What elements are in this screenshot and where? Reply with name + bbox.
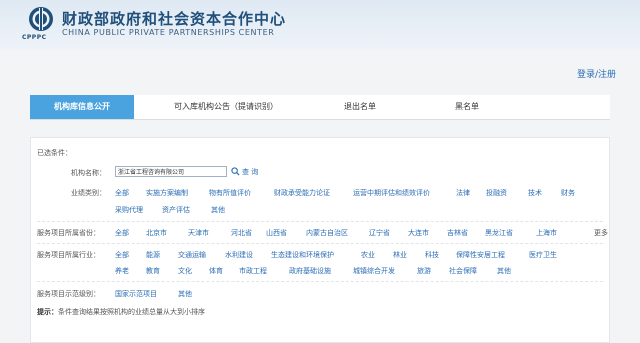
logo-text: CPPPC [22,34,47,41]
business-option[interactable]: 其他 [211,205,225,215]
org-name-input[interactable] [115,166,227,177]
province-option[interactable]: 辽宁省 [369,228,390,238]
province-option[interactable]: 山西省 [266,228,287,238]
industry-label: 服务项目所属行业： [37,251,100,259]
more-provinces-link[interactable]: 更多 [594,228,608,238]
province-option[interactable]: 内蒙古自治区 [306,228,348,238]
business-option[interactable]: 法律 [456,188,470,198]
org-name-label: 机构名称： [71,169,106,177]
search-button[interactable]: 查 询 [242,167,258,177]
business-option-all[interactable]: 全部 [115,188,129,198]
industry-option[interactable]: 生态建设和环境保护 [271,250,334,260]
province-option-all[interactable]: 全部 [115,228,129,238]
province-option[interactable]: 大连市 [408,228,429,238]
tab-exit-list[interactable]: 退出名单 [320,95,400,119]
business-option[interactable]: 运营中期评估和绩效评价 [353,188,430,198]
tip-prefix: 提示： [37,308,58,316]
business-option[interactable]: 财务 [561,188,575,198]
sort-tip: 提示：条件查询结果按照机构的业绩总量从大到小排序 [37,307,205,317]
business-option[interactable]: 财政承受能力论证 [274,188,330,198]
province-option[interactable]: 河北省 [231,228,252,238]
province-label: 服务项目所属省份： [37,229,100,237]
divider [37,243,603,244]
industry-option[interactable]: 体育 [209,266,223,276]
industry-option[interactable]: 农业 [361,250,375,260]
industry-option[interactable]: 水利建设 [225,250,253,260]
industry-option[interactable]: 教育 [146,266,160,276]
filter-panel: 已选条件： 机构名称： 查 询 业绩类别： 全部 实施方案编制 物有所值评价 财… [30,137,610,343]
demo-level-label: 服务项目示范级别： [37,290,100,298]
demo-level-option[interactable]: 其他 [178,289,192,299]
industry-option[interactable]: 保障性安居工程 [456,250,505,260]
site-title[interactable]: 财政部政府和社会资本合作中心 [62,8,286,29]
business-option[interactable]: 物有所值评价 [209,188,251,198]
industry-option-all[interactable]: 全部 [115,250,129,260]
business-category-label: 业绩类别： [71,189,106,197]
industry-option[interactable]: 其他 [497,266,511,276]
tab-bar: 机构库信息公开 可入库机构公告（提请识别） 退出名单 黑名单 [30,95,610,120]
business-option[interactable]: 资产评估 [162,205,190,215]
business-option[interactable]: 技术 [528,188,542,198]
industry-option[interactable]: 城镇综合开发 [353,266,395,276]
tip-text: 条件查询结果按照机构的业绩总量从大到小排序 [58,308,205,316]
industry-option[interactable]: 旅游 [417,266,431,276]
business-option[interactable]: 采购代理 [115,205,143,215]
tab-blacklist[interactable]: 黑名单 [432,95,502,119]
province-option[interactable]: 天津市 [188,228,209,238]
industry-option[interactable]: 交通运输 [178,250,206,260]
industry-option[interactable]: 政府基础设施 [289,266,331,276]
business-option[interactable]: 实施方案编制 [146,188,188,198]
login-register-link[interactable]: 登录/注册 [577,67,616,80]
province-option[interactable]: 上海市 [536,228,557,238]
business-option[interactable]: 投融资 [486,188,507,198]
industry-option[interactable]: 科技 [425,250,439,260]
industry-option[interactable]: 养老 [115,266,129,276]
site-subtitle: CHINA PUBLIC PRIVATE PARTNERSHIPS CENTER [62,28,275,37]
industry-option[interactable]: 能源 [146,250,160,260]
industry-option[interactable]: 医疗卫生 [529,250,557,260]
province-option[interactable]: 北京市 [146,228,167,238]
selected-conditions-label: 已选条件： [37,149,72,157]
industry-option[interactable]: 社会保障 [449,266,477,276]
site-header: CPPPC 财政部政府和社会资本合作中心 CHINA PUBLIC PRIVAT… [0,0,640,50]
province-option[interactable]: 黑龙江省 [485,228,513,238]
divider [37,281,603,282]
search-icon[interactable] [231,167,240,176]
demo-level-option[interactable]: 国家示范项目 [115,289,157,299]
industry-option[interactable]: 林业 [393,250,407,260]
tab-org-info[interactable]: 机构库信息公开 [30,95,134,119]
divider [37,221,603,222]
cpppc-logo-icon [29,7,53,31]
industry-option[interactable]: 文化 [178,266,192,276]
province-option[interactable]: 吉林省 [447,228,468,238]
industry-option[interactable]: 市政工程 [239,266,267,276]
tab-admissible-notice[interactable]: 可入库机构公告（提请识别） [164,95,288,119]
